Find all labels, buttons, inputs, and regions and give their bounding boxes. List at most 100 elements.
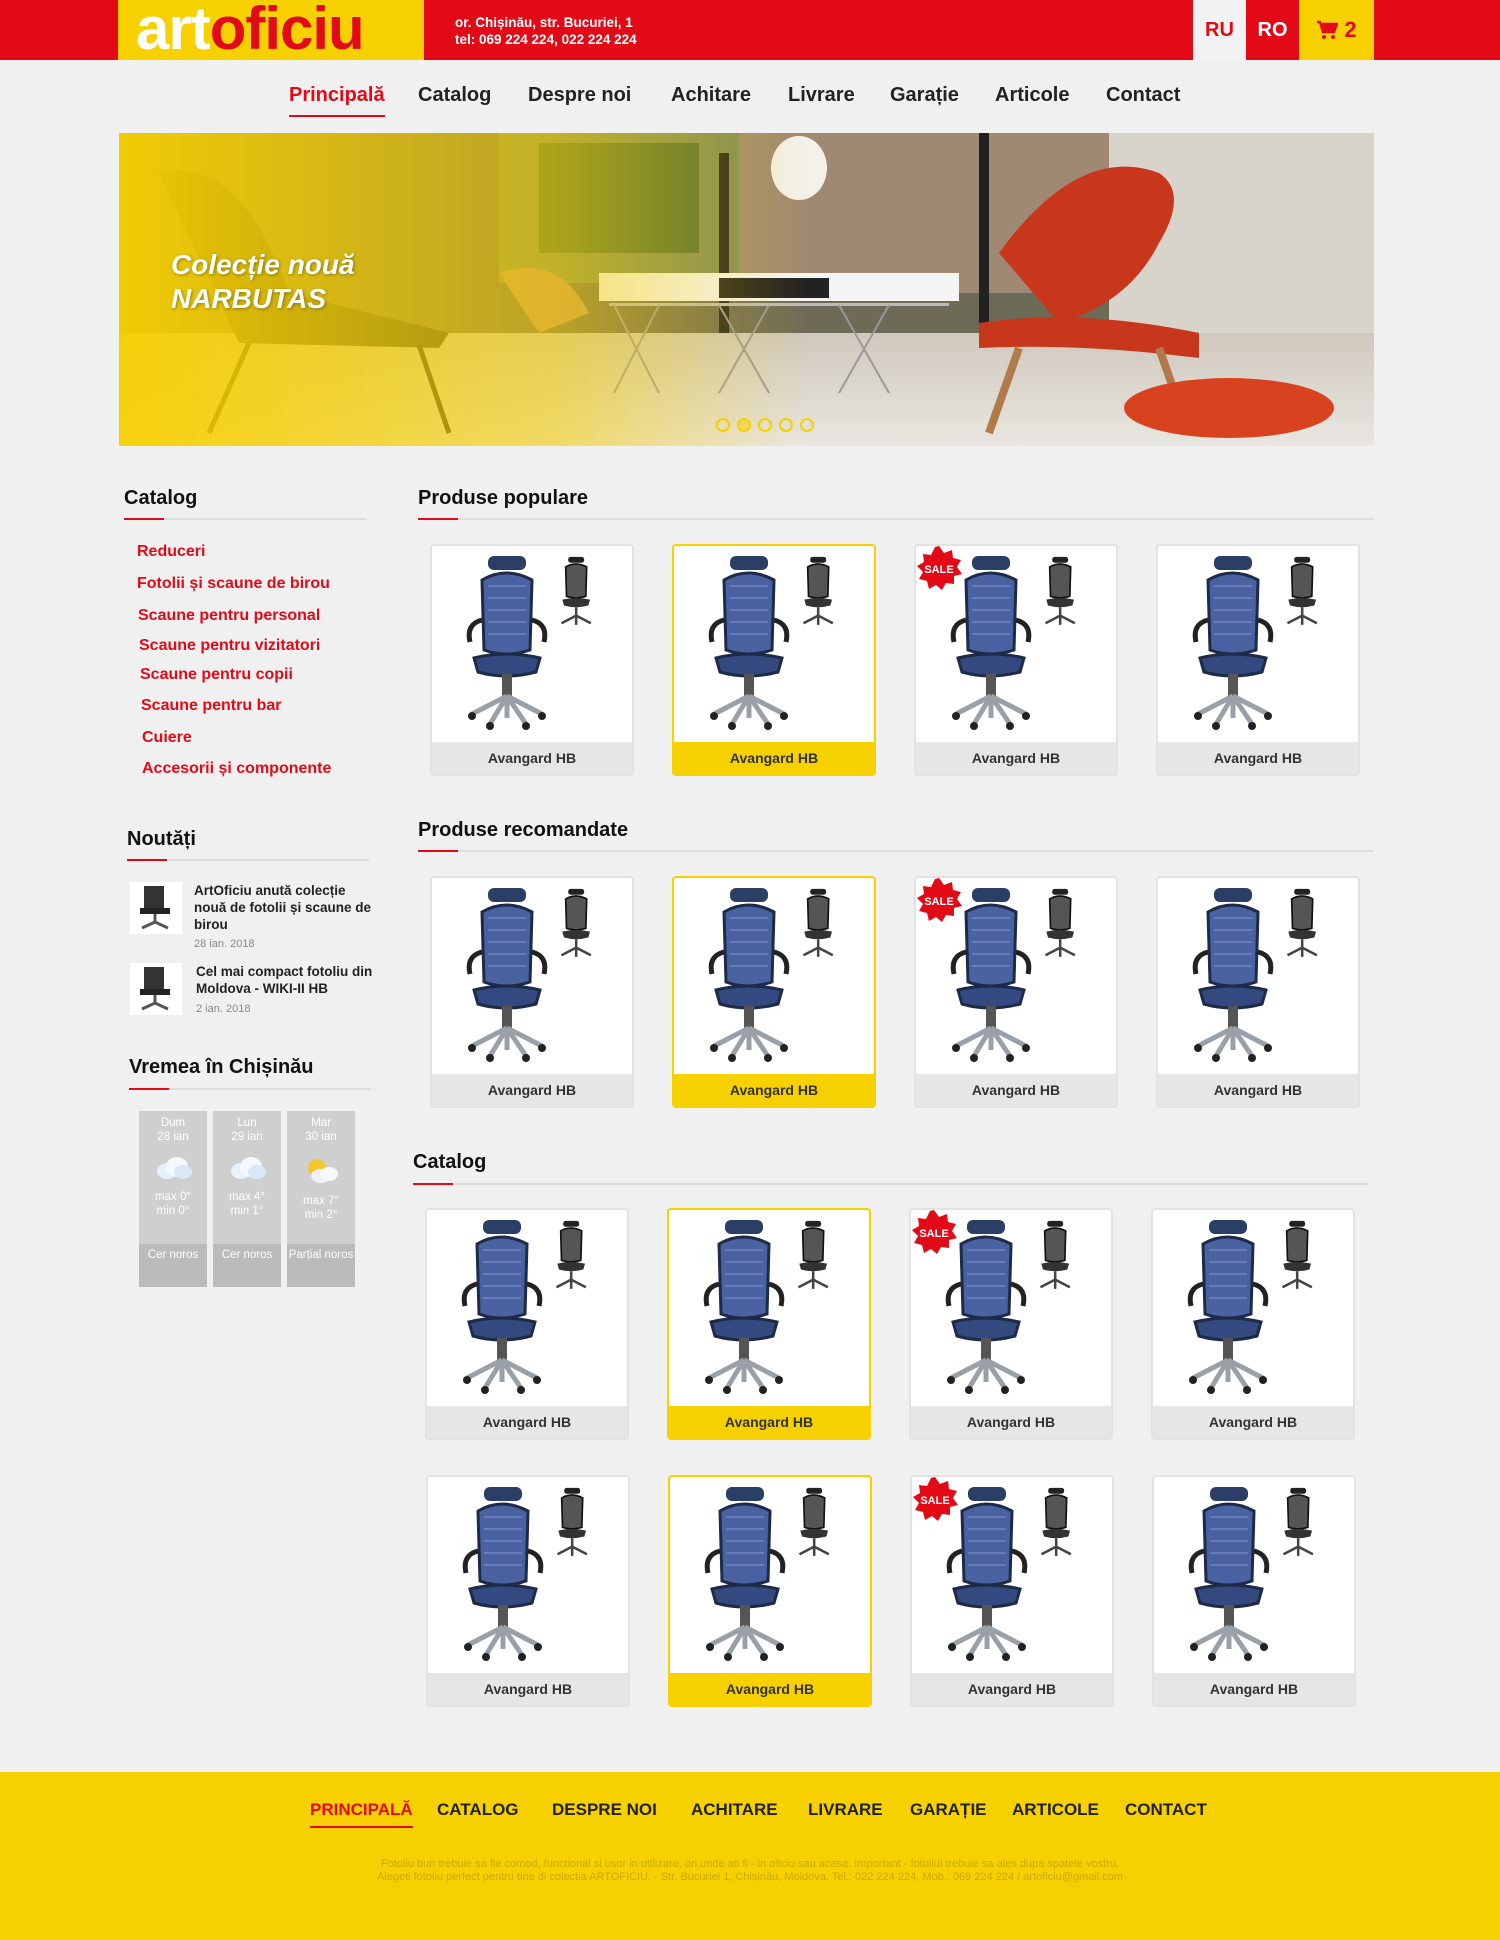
lang-ro-button[interactable]: RO bbox=[1246, 0, 1299, 60]
product-card[interactable]: Avangard HB bbox=[430, 544, 634, 776]
product-card[interactable]: Avangard HB bbox=[1156, 876, 1360, 1108]
logo[interactable]: artoficiu bbox=[118, 0, 424, 62]
category-vizitatori[interactable]: Scaune pentru vizitatori bbox=[139, 637, 320, 655]
product-card[interactable]: SALE Avangard HB bbox=[910, 1475, 1114, 1707]
weather-desc: Cer noros bbox=[221, 1249, 273, 1261]
product-image[interactable] bbox=[432, 878, 632, 1074]
product-name[interactable]: Avangard HB bbox=[1158, 1074, 1358, 1106]
product-image[interactable] bbox=[427, 1210, 627, 1406]
footer-nav-catalog[interactable]: CATALOG bbox=[437, 1800, 519, 1820]
news-thumbnail bbox=[130, 963, 182, 1015]
footer-text-line1: Fotoliu bun trebuie sa fie comod, functi… bbox=[380, 1858, 1119, 1870]
news-title[interactable]: ArtOficiu anută colecție nouă de fotolii… bbox=[194, 882, 374, 933]
news-item[interactable]: ArtOficiu anută colecție nouă de fotolii… bbox=[130, 882, 371, 952]
product-name[interactable]: Avangard HB bbox=[674, 742, 874, 774]
product-image[interactable] bbox=[428, 1477, 628, 1673]
news-date: 2 ian. 2018 bbox=[196, 1003, 251, 1015]
footer-nav-principala[interactable]: PRINCIPALĂ bbox=[310, 1800, 413, 1828]
slider-dot[interactable] bbox=[758, 418, 772, 432]
nav-despre-noi[interactable]: Despre noi bbox=[528, 84, 631, 107]
category-reduceri[interactable]: Reduceri bbox=[137, 543, 205, 561]
category-cuiere[interactable]: Cuiere bbox=[142, 729, 192, 747]
cloud-icon bbox=[231, 1157, 266, 1179]
slider-dot[interactable] bbox=[800, 418, 814, 432]
product-image[interactable] bbox=[1153, 1210, 1353, 1406]
hero-slider[interactable]: Colecție nouă NARBUTAS bbox=[119, 133, 1374, 446]
product-card[interactable]: Avangard HB bbox=[1156, 544, 1360, 776]
product-card[interactable]: SALE Avangard HB bbox=[909, 1208, 1113, 1440]
category-accesorii[interactable]: Accesorii și componente bbox=[142, 760, 331, 778]
nav-achitare[interactable]: Achitare bbox=[671, 84, 751, 107]
product-image[interactable] bbox=[674, 878, 874, 1074]
product-image[interactable] bbox=[1154, 1477, 1354, 1673]
lang-ru-button[interactable]: RU bbox=[1193, 0, 1246, 60]
product-image[interactable] bbox=[1158, 878, 1358, 1074]
footer-nav-livrare[interactable]: LIVRARE bbox=[808, 1800, 883, 1820]
product-image[interactable] bbox=[669, 1210, 869, 1406]
nav-garatie[interactable]: Garație bbox=[890, 84, 959, 107]
product-card[interactable]: Avangard HB bbox=[1152, 1475, 1356, 1707]
cart-button[interactable]: 2 bbox=[1299, 0, 1374, 60]
category-bar[interactable]: Scaune pentru bar bbox=[141, 697, 281, 715]
product-image[interactable] bbox=[432, 546, 632, 742]
product-card[interactable]: Avangard HB bbox=[672, 544, 876, 776]
sidebar-catalog-title: Catalog bbox=[124, 487, 198, 509]
product-name[interactable]: Avangard HB bbox=[1154, 1673, 1354, 1705]
product-name[interactable]: Avangard HB bbox=[916, 742, 1116, 774]
product-card[interactable]: Avangard HB bbox=[425, 1208, 629, 1440]
product-image[interactable] bbox=[1158, 546, 1358, 742]
footer-text: Fotoliu bun trebuie sa fie comod, functi… bbox=[300, 1858, 1200, 1884]
footer-nav-despre-noi[interactable]: DESPRE NOI bbox=[552, 1800, 657, 1820]
product-name[interactable]: Avangard HB bbox=[432, 1074, 632, 1106]
footer-nav-garatie[interactable]: GARAȚIE bbox=[910, 1800, 987, 1820]
news-item[interactable]: Cel mai compact fotoliu din Moldova - WI… bbox=[130, 963, 372, 1023]
weather-day-name: Lun bbox=[237, 1117, 257, 1129]
svg-text:SALE: SALE bbox=[924, 564, 953, 576]
logo-art-text: art bbox=[136, 0, 211, 62]
product-image[interactable] bbox=[670, 1477, 870, 1673]
section-rule bbox=[418, 850, 1374, 852]
category-personal[interactable]: Scaune pentru personal bbox=[138, 607, 320, 625]
nav-articole[interactable]: Articole bbox=[995, 84, 1069, 107]
product-image[interactable] bbox=[674, 546, 874, 742]
product-name[interactable]: Avangard HB bbox=[428, 1673, 628, 1705]
product-card[interactable]: Avangard HB bbox=[667, 1208, 871, 1440]
sidebar-news-rule bbox=[127, 859, 369, 861]
slider-dot[interactable] bbox=[716, 418, 730, 432]
footer-nav-contact[interactable]: CONTACT bbox=[1125, 1800, 1207, 1820]
slider-dot-active[interactable] bbox=[737, 418, 751, 432]
product-name[interactable]: Avangard HB bbox=[427, 1406, 627, 1438]
product-name[interactable]: Avangard HB bbox=[674, 1074, 874, 1106]
slider-dot[interactable] bbox=[779, 418, 793, 432]
phone-text: tel: 069 224 224, 022 224 224 bbox=[455, 32, 637, 47]
weather-day-name: Mar bbox=[311, 1117, 331, 1129]
product-name[interactable]: Avangard HB bbox=[916, 1074, 1116, 1106]
product-card[interactable]: SALE Avangard HB bbox=[914, 544, 1118, 776]
footer-nav-articole[interactable]: ARTICOLE bbox=[1012, 1800, 1099, 1820]
product-name[interactable]: Avangard HB bbox=[911, 1406, 1111, 1438]
nav-catalog[interactable]: Catalog bbox=[418, 84, 491, 107]
category-copii[interactable]: Scaune pentru copii bbox=[140, 666, 293, 684]
product-card[interactable]: Avangard HB bbox=[430, 876, 634, 1108]
product-card[interactable]: Avangard HB bbox=[426, 1475, 630, 1707]
logo-oficiu-text: oficiu bbox=[209, 0, 365, 62]
section-rule bbox=[418, 518, 1374, 520]
product-name[interactable]: Avangard HB bbox=[670, 1673, 870, 1705]
category-fotolii[interactable]: Fotolii și scaune de birou bbox=[137, 575, 330, 593]
product-name[interactable]: Avangard HB bbox=[1158, 742, 1358, 774]
footer: PRINCIPALĂ CATALOG DESPRE NOI ACHITARE L… bbox=[0, 1772, 1500, 1940]
nav-principala[interactable]: Principală bbox=[289, 84, 385, 117]
product-name[interactable]: Avangard HB bbox=[432, 742, 632, 774]
nav-livrare[interactable]: Livrare bbox=[788, 84, 855, 107]
product-card[interactable]: Avangard HB bbox=[1151, 1208, 1355, 1440]
nav-contact[interactable]: Contact bbox=[1106, 84, 1180, 107]
product-card[interactable]: SALE Avangard HB bbox=[914, 876, 1118, 1108]
product-card[interactable]: Avangard HB bbox=[668, 1475, 872, 1707]
news-title[interactable]: Cel mai compact fotoliu din Moldova - WI… bbox=[196, 963, 376, 997]
weather-day: Lun 29 ian max 4° min 1° Cer noros bbox=[213, 1111, 281, 1287]
product-name[interactable]: Avangard HB bbox=[669, 1406, 869, 1438]
product-name[interactable]: Avangard HB bbox=[912, 1673, 1112, 1705]
footer-nav-achitare[interactable]: ACHITARE bbox=[691, 1800, 778, 1820]
product-card[interactable]: Avangard HB bbox=[672, 876, 876, 1108]
product-name[interactable]: Avangard HB bbox=[1153, 1406, 1353, 1438]
